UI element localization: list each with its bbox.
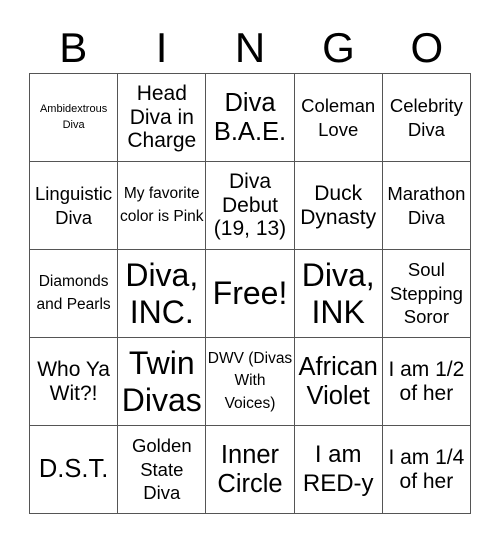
bingo-cell[interactable]: Linguistic Diva <box>30 162 119 250</box>
bingo-cell[interactable]: Celebrity Diva <box>382 74 471 162</box>
bingo-cell[interactable]: Inner Circle <box>206 426 295 514</box>
bingo-grid: Ambidextrous Diva Head Diva in Charge Di… <box>29 73 471 514</box>
bingo-cell[interactable]: Marathon Diva <box>382 162 471 250</box>
bingo-cell[interactable]: Duck Dynasty <box>294 162 383 250</box>
header-letter-i: I <box>155 24 168 71</box>
bingo-cell[interactable]: I am 1/4 of her <box>382 426 471 514</box>
bingo-cell[interactable]: I am RED-y <box>294 426 383 514</box>
bingo-header: B I N G O <box>29 24 471 72</box>
header-letter-b: B <box>59 24 88 71</box>
bingo-cell[interactable]: Head Diva in Charge <box>118 74 207 162</box>
bingo-cell[interactable]: Diamonds and Pearls <box>30 250 119 338</box>
bingo-cell[interactable]: Diva B.A.E. <box>206 74 295 162</box>
bingo-cell[interactable]: Diva Debut (19, 13) <box>206 162 295 250</box>
bingo-cell[interactable]: I am 1/2 of her <box>382 338 471 426</box>
bingo-cell[interactable]: Diva, INC. <box>118 250 207 338</box>
header-letter-g: G <box>322 24 355 71</box>
bingo-cell[interactable]: D.S.T. <box>30 426 119 514</box>
header-letter-o: O <box>410 24 444 71</box>
bingo-cell[interactable]: Soul Stepping Soror <box>382 250 471 338</box>
bingo-cell[interactable]: African Violet <box>294 338 383 426</box>
bingo-cell[interactable]: My favorite color is Pink <box>118 162 207 250</box>
bingo-cell[interactable]: Coleman Love <box>294 74 383 162</box>
bingo-cell[interactable]: Diva, INK <box>294 250 383 338</box>
bingo-cell[interactable]: DWV (Divas With Voices) <box>206 338 295 426</box>
free-space-cell[interactable]: Free! <box>206 250 295 338</box>
bingo-cell[interactable]: Who Ya Wit?! <box>30 338 119 426</box>
bingo-cell[interactable]: Twin Divas <box>118 338 207 426</box>
bingo-cell[interactable]: Golden State Diva <box>118 426 207 514</box>
header-letter-n: N <box>234 24 266 71</box>
bingo-cell[interactable]: Ambidextrous Diva <box>30 74 119 162</box>
